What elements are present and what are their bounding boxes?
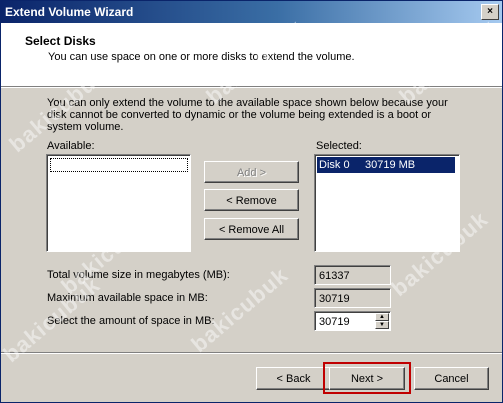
list-item[interactable]: Disk 0 30719 MB: [317, 157, 455, 173]
amount-value: 30719: [319, 316, 350, 328]
available-label: Available:: [47, 140, 95, 152]
window-title: Extend Volume Wizard: [5, 5, 134, 19]
selected-label: Selected:: [316, 140, 362, 152]
amount-label: Select the amount of space in MB:: [47, 315, 215, 327]
next-highlight-box: [323, 362, 411, 394]
info-text: You can only extend the volume to the av…: [47, 97, 448, 133]
header-divider: [1, 87, 502, 88]
title-bar[interactable]: Extend Volume Wizard ×: [1, 1, 502, 23]
cancel-button[interactable]: Cancel: [414, 367, 489, 390]
max-space-label: Maximum available space in MB:: [47, 292, 208, 304]
list-focus-rect: [50, 158, 188, 172]
spin-up-icon[interactable]: ▲: [375, 313, 389, 321]
remove-button[interactable]: < Remove: [204, 189, 299, 211]
spin-down-icon[interactable]: ▼: [375, 321, 389, 329]
wizard-header: Select Disks You can use space on one or…: [1, 23, 502, 87]
extend-volume-wizard-window: Extend Volume Wizard × Select Disks You …: [0, 0, 503, 403]
amount-stepper[interactable]: 30719 ▲ ▼: [314, 311, 391, 331]
selected-list[interactable]: Disk 0 30719 MB: [314, 154, 460, 252]
remove-all-button[interactable]: < Remove All: [204, 218, 299, 240]
available-list[interactable]: [46, 154, 191, 252]
disk-size: 30719 MB: [365, 159, 416, 171]
page-title: Select Disks: [25, 34, 96, 48]
max-space-field: 30719: [314, 288, 391, 308]
back-button[interactable]: < Back: [256, 367, 331, 390]
spinner[interactable]: ▲ ▼: [375, 313, 389, 329]
total-size-label: Total volume size in megabytes (MB):: [47, 269, 230, 281]
footer-divider: [1, 352, 502, 354]
total-size-field: 61337: [314, 265, 391, 285]
page-subtitle: You can use space on one or more disks t…: [48, 51, 355, 63]
disk-name: Disk 0: [319, 159, 350, 171]
add-button[interactable]: Add >: [204, 161, 299, 183]
close-icon[interactable]: ×: [481, 4, 499, 20]
